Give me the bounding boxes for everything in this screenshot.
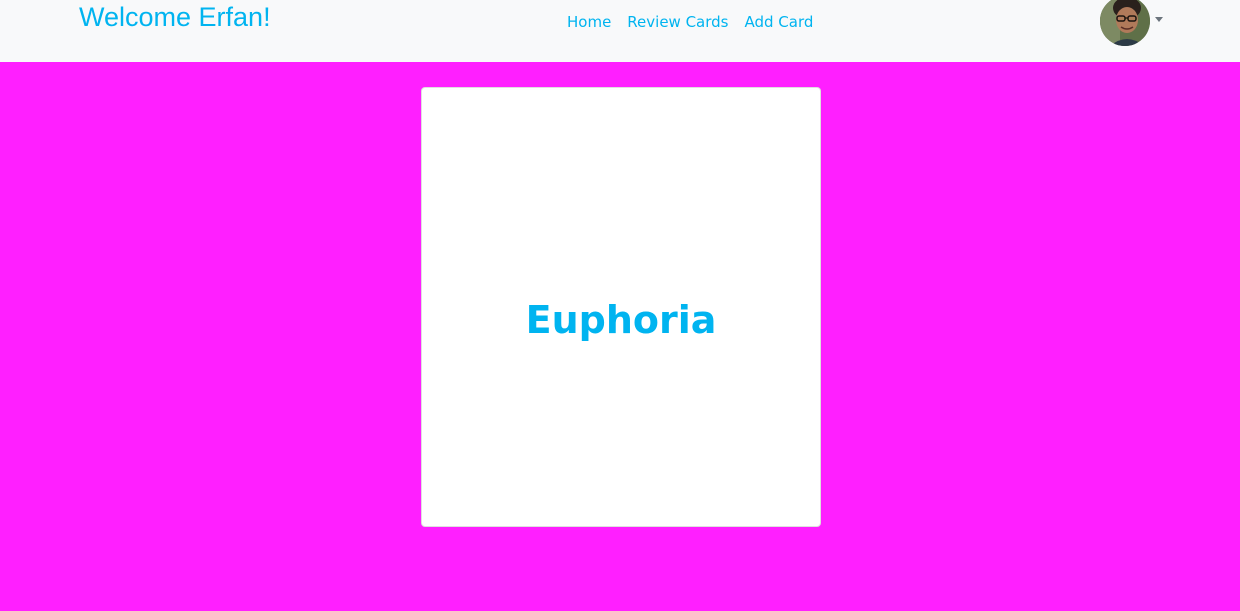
nav-link-add-card[interactable]: Add Card (737, 13, 822, 31)
flashcard[interactable]: Euphoria (421, 87, 821, 527)
brand-title[interactable]: Welcome Erfan! (79, 0, 271, 34)
chevron-down-icon[interactable] (1155, 16, 1163, 22)
avatar-image (1100, 0, 1150, 46)
nav-links: Home Review Cards Add Card (559, 11, 821, 33)
flashcard-word: Euphoria (525, 298, 717, 342)
nav-link-home[interactable]: Home (559, 13, 619, 31)
main-area: Euphoria (0, 62, 1240, 611)
navbar: Welcome Erfan! Home Review Cards Add Car… (0, 0, 1240, 62)
profile-dropdown-toggle[interactable] (1100, 0, 1163, 46)
avatar[interactable] (1100, 0, 1150, 46)
nav-link-review-cards[interactable]: Review Cards (619, 13, 736, 31)
